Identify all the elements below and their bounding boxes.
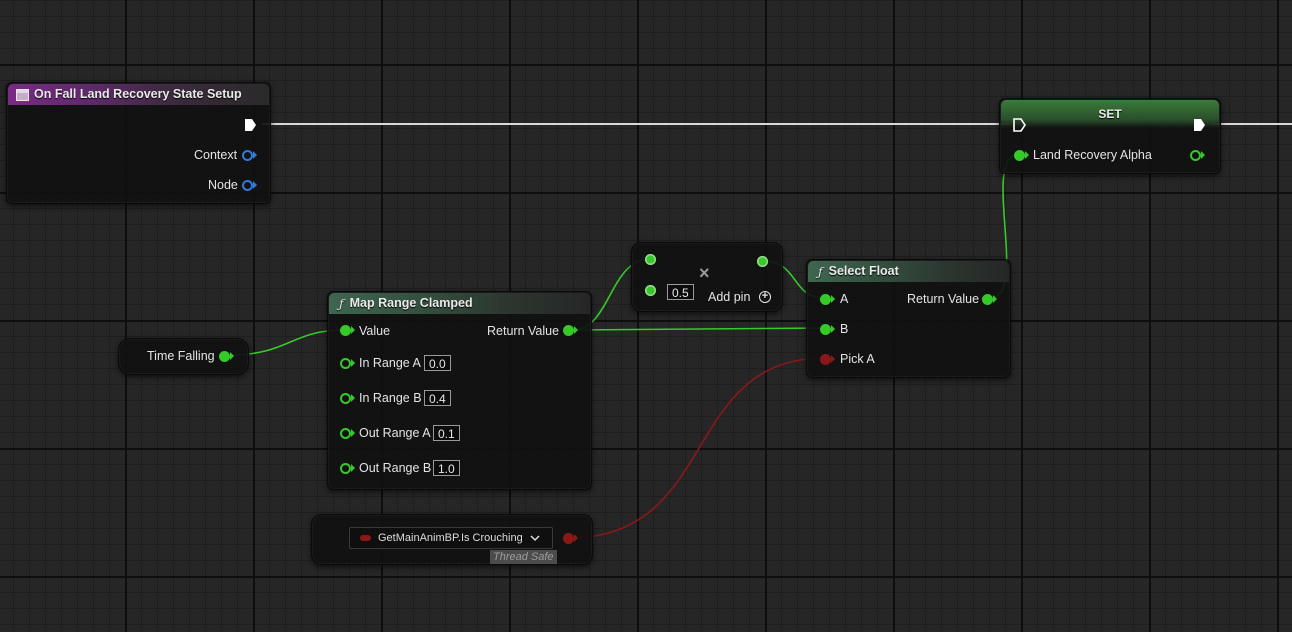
in-range-b-label: In Range B <box>359 391 422 405</box>
return-value-pin-arrow <box>574 326 578 334</box>
multiply-in-a-pin[interactable] <box>645 254 656 265</box>
context-pin-arrow <box>253 151 257 159</box>
add-pin-label[interactable]: Add pin <box>708 290 750 304</box>
in-range-b-input[interactable]: 0.4 <box>424 390 451 406</box>
map-range-clamped-node[interactable]: ƒ Map Range Clamped Value Return Value I… <box>327 291 592 490</box>
out-range-a-input[interactable]: 0.1 <box>433 425 460 441</box>
node-pin-arrow <box>253 181 257 189</box>
land-recovery-alpha-out-pin[interactable] <box>1190 150 1201 161</box>
bool-type-icon <box>360 535 371 541</box>
set-node[interactable]: SET Land Recovery Alpha <box>999 98 1221 174</box>
select-b-arrow <box>831 325 835 333</box>
function-icon: ƒ <box>339 296 344 311</box>
select-b-label: B <box>840 322 849 336</box>
select-a-pin[interactable] <box>820 294 831 305</box>
thread-safe-badge: Thread Safe <box>490 550 557 564</box>
out-range-b-pin[interactable] <box>340 463 351 474</box>
out-range-a-arrow <box>351 429 355 437</box>
node-pin[interactable] <box>242 180 253 191</box>
pick-a-arrow <box>831 355 835 363</box>
property-path-label: GetMainAnimBP.Is Crouching <box>378 532 523 544</box>
set-node-header[interactable]: SET <box>1001 100 1219 128</box>
in-range-b-pin[interactable] <box>340 393 351 404</box>
map-range-header[interactable]: ƒ Map Range Clamped <box>329 293 590 314</box>
select-float-title: Select Float <box>828 264 899 278</box>
add-circle-icon[interactable]: + <box>759 291 771 303</box>
select-return-label: Return Value <box>907 292 980 306</box>
multiply-in-b-pin[interactable] <box>645 285 656 296</box>
multiply-out-pin[interactable] <box>757 256 768 267</box>
multiply-icon: × <box>699 263 710 283</box>
event-node-title: On Fall Land Recovery State Setup <box>34 87 242 101</box>
property-path-dropdown[interactable]: GetMainAnimBP.Is Crouching <box>349 527 553 549</box>
function-icon-select: ƒ <box>818 264 823 279</box>
return-value-label: Return Value <box>487 324 560 338</box>
out-range-a-pin[interactable] <box>340 428 351 439</box>
blueprint-graph-canvas[interactable]: On Fall Land Recovery State Setup Contex… <box>0 0 1292 632</box>
land-recovery-alpha-in-arrow <box>1025 151 1029 159</box>
out-range-b-arrow <box>351 464 355 472</box>
time-falling-node[interactable]: Time Falling <box>118 338 249 375</box>
return-value-pin[interactable] <box>563 325 574 336</box>
out-range-b-label: Out Range B <box>359 461 432 475</box>
chevron-down-icon <box>530 535 540 542</box>
node-label: Node <box>208 178 238 192</box>
exec-in-icon[interactable] <box>1013 118 1026 132</box>
is-crouching-out-pin[interactable] <box>563 533 574 544</box>
select-a-label: A <box>840 292 849 306</box>
is-crouching-out-arrow <box>574 534 578 542</box>
value-pin-arrow <box>351 326 355 334</box>
select-b-pin[interactable] <box>820 324 831 335</box>
context-label: Context <box>194 148 238 162</box>
pick-a-pin[interactable] <box>820 354 831 365</box>
land-recovery-alpha-label: Land Recovery Alpha <box>1033 148 1152 162</box>
time-falling-pin-arrow <box>230 352 234 360</box>
wire-return-to-b <box>572 327 826 331</box>
wire-crouch-to-pick <box>567 357 826 539</box>
is-crouching-getter-node[interactable]: GetMainAnimBP.Is Crouching Thread Safe <box>311 514 593 565</box>
select-return-pin[interactable] <box>982 294 993 305</box>
value-pin[interactable] <box>340 325 351 336</box>
event-node[interactable]: On Fall Land Recovery State Setup Contex… <box>6 82 271 204</box>
select-float-header[interactable]: ƒ Select Float <box>808 261 1009 282</box>
land-recovery-alpha-out-arrow <box>1201 151 1205 159</box>
in-range-a-label: In Range A <box>359 356 421 370</box>
multiply-node[interactable]: 0.5 × Add pin + <box>631 242 783 312</box>
in-range-a-input[interactable]: 0.0 <box>424 355 451 371</box>
time-falling-label: Time Falling <box>147 349 215 363</box>
exec-out-icon[interactable] <box>1193 118 1206 132</box>
time-falling-pin[interactable] <box>219 351 230 362</box>
select-a-arrow <box>831 295 835 303</box>
select-float-node[interactable]: ƒ Select Float A Return Value B Pick A <box>806 259 1011 378</box>
event-node-header[interactable]: On Fall Land Recovery State Setup <box>8 84 269 105</box>
value-label: Value <box>359 324 391 338</box>
select-return-arrow <box>993 295 997 303</box>
in-range-a-pin[interactable] <box>340 358 351 369</box>
multiply-value-input[interactable]: 0.5 <box>667 284 694 300</box>
out-range-a-label: Out Range A <box>359 426 431 440</box>
set-node-title: SET <box>1098 106 1122 121</box>
land-recovery-alpha-in-pin[interactable] <box>1014 150 1025 161</box>
map-range-title: Map Range Clamped <box>349 296 473 310</box>
in-range-b-arrow <box>351 394 355 402</box>
context-pin[interactable] <box>242 150 253 161</box>
in-range-a-arrow <box>351 359 355 367</box>
exec-arrow-icon[interactable] <box>244 118 257 132</box>
event-icon <box>16 88 29 101</box>
out-range-b-input[interactable]: 1.0 <box>433 460 460 476</box>
pick-a-label: Pick A <box>840 352 875 366</box>
